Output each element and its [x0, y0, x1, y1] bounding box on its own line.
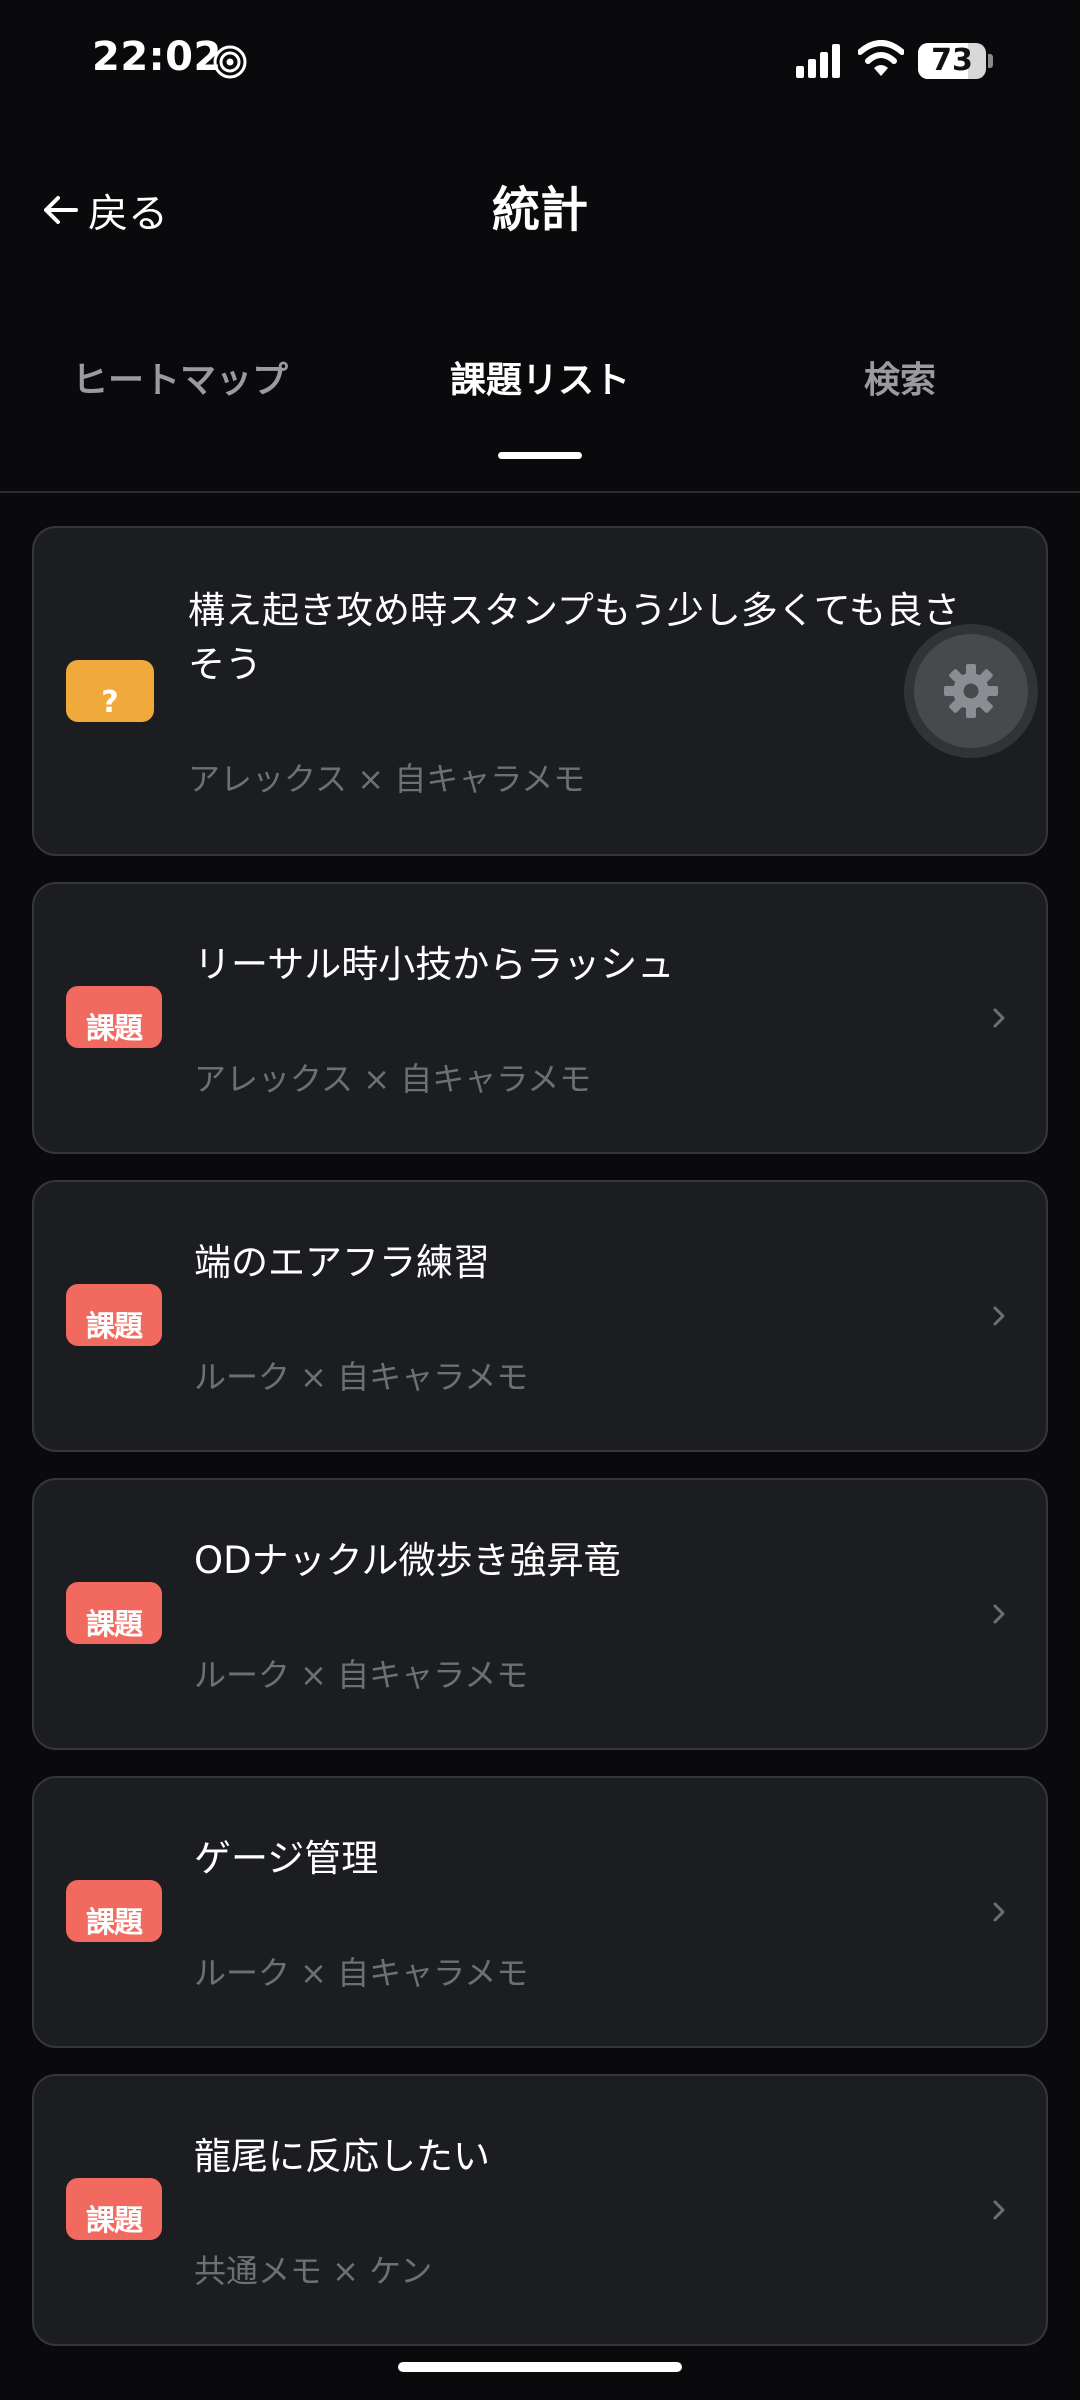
list-item[interactable]: ? 構え起き攻め時スタンプもう少し多くても良さそう アレックス × 自キャラメモ — [32, 526, 1048, 856]
issue-subtitle: アレックス × 自キャラメモ — [188, 760, 586, 798]
issue-subtitle: ルーク × 自キャラメモ — [194, 1358, 529, 1396]
tab-heatmap[interactable]: ヒートマップ — [0, 340, 360, 492]
issue-subtitle: アレックス × 自キャラメモ — [194, 1060, 592, 1098]
list-item[interactable]: 課題 ゲージ管理 ルーク × 自キャラメモ — [32, 1776, 1048, 2048]
issue-subtitle: 共通メモ × ケン — [194, 2252, 433, 2290]
issue-badge-task: 課題 — [66, 1880, 162, 1942]
tab-search[interactable]: 検索 — [720, 340, 1080, 492]
issue-badge-task: 課題 — [66, 1582, 162, 1644]
status-bar: 22:02 73 — [0, 0, 1080, 120]
issue-badge-question: ? — [66, 660, 154, 722]
list-item[interactable]: 課題 ODナックル微歩き強昇竜 ルーク × 自キャラメモ — [32, 1478, 1048, 1750]
tab-bar: ヒートマップ 課題リスト 検索 — [0, 340, 1080, 492]
issue-subtitle: ルーク × 自キャラメモ — [194, 1954, 529, 1992]
issue-title: 構え起き攻め時スタンプもう少し多くても良さそう — [188, 589, 960, 686]
gear-icon — [944, 664, 998, 718]
home-indicator — [398, 2362, 682, 2372]
chevron-right-icon — [993, 1902, 1005, 1922]
status-time: 22:02 — [92, 34, 222, 80]
focus-mode-icon — [213, 45, 247, 79]
tab-issue-list[interactable]: 課題リスト — [360, 340, 720, 492]
issue-title: ゲージ管理 — [194, 1837, 379, 1880]
issue-title: リーサル時小技からラッシュ — [194, 943, 675, 986]
issue-title: 端のエアフラ練習 — [194, 1241, 490, 1284]
chevron-right-icon — [993, 1604, 1005, 1624]
tab-issue-list-label: 課題リスト — [449, 360, 630, 401]
issue-badge-task: 課題 — [66, 1284, 162, 1346]
floating-settings-inner — [914, 634, 1028, 748]
tabs-divider — [0, 491, 1080, 493]
tab-heatmap-label: ヒートマップ — [71, 360, 288, 401]
page-title: 統計 — [491, 182, 588, 238]
battery-indicator: 73 — [918, 43, 986, 79]
issue-subtitle: ルーク × 自キャラメモ — [194, 1656, 529, 1694]
floating-settings-button[interactable] — [904, 624, 1038, 758]
issue-list: ? 構え起き攻め時スタンプもう少し多くても良さそう アレックス × 自キャラメモ… — [32, 526, 1048, 2372]
chevron-right-icon — [993, 1306, 1005, 1326]
issue-title: 龍尾に反応したい — [194, 2135, 490, 2178]
battery-tip — [988, 54, 993, 68]
chevron-right-icon — [993, 1008, 1005, 1028]
issue-badge-task: 課題 — [66, 2178, 162, 2240]
battery-percentage: 73 — [931, 43, 973, 78]
cellular-signal-icon — [796, 44, 840, 78]
list-item[interactable]: 課題 端のエアフラ練習 ルーク × 自キャラメモ — [32, 1180, 1048, 1452]
issue-badge-task: 課題 — [66, 986, 162, 1048]
list-item[interactable]: 課題 リーサル時小技からラッシュ アレックス × 自キャラメモ — [32, 882, 1048, 1154]
wifi-icon — [858, 40, 904, 76]
issue-title: ODナックル微歩き強昇竜 — [194, 1539, 621, 1582]
list-item[interactable]: 課題 龍尾に反応したい 共通メモ × ケン — [32, 2074, 1048, 2346]
active-tab-indicator — [498, 452, 582, 459]
chevron-right-icon — [993, 2200, 1005, 2220]
tab-search-label: 検索 — [863, 360, 936, 401]
